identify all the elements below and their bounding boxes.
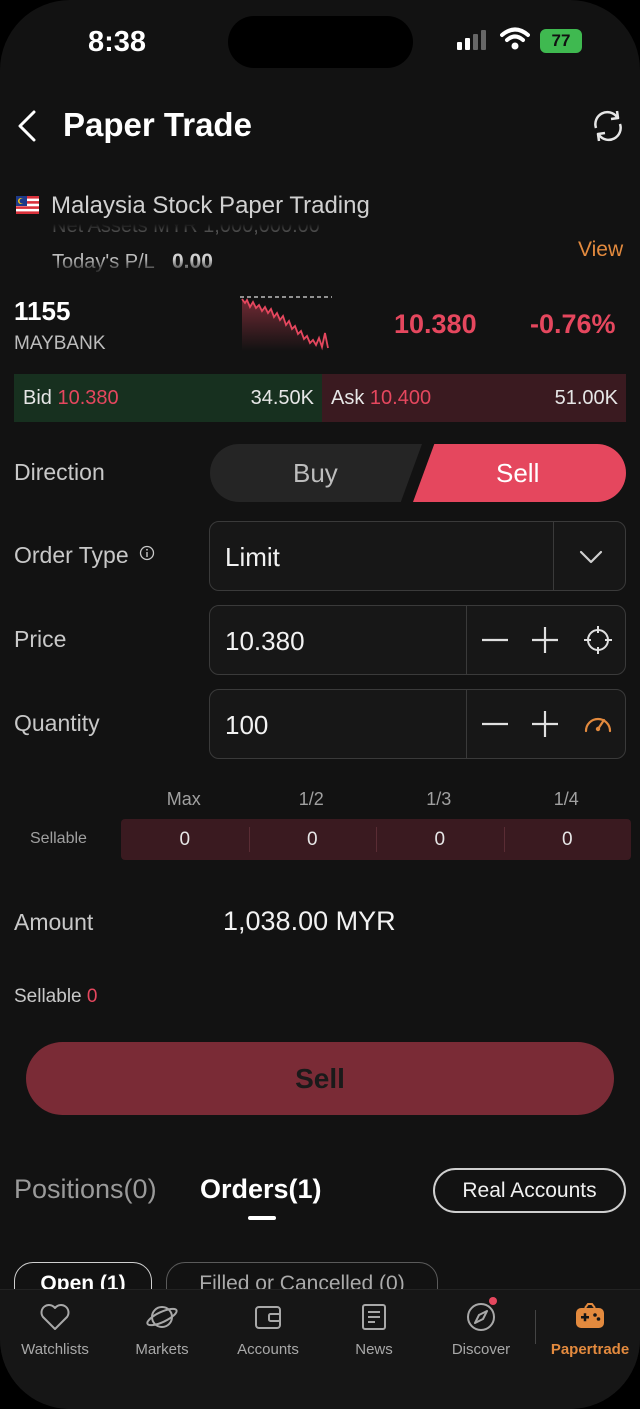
price-plus-icon[interactable] (528, 623, 562, 657)
phone-screen: 8:38 77 Paper Trade Malaysia Stock Paper… (0, 0, 640, 1409)
tab-positions[interactable]: Positions(0) (14, 1174, 157, 1205)
price-minus-icon[interactable] (478, 623, 512, 657)
gamepad-icon (576, 1303, 604, 1328)
notification-dot (489, 1297, 497, 1305)
planet-icon (146, 1306, 178, 1328)
page-title: Paper Trade (63, 106, 252, 143)
quantity-minus-icon[interactable] (478, 707, 512, 741)
bid-panel[interactable]: Bid 10.380 34.50K (14, 374, 322, 422)
tabbar-item-news[interactable]: News (321, 1300, 427, 1358)
portion-header-third: 1/3 (426, 789, 452, 809)
tabbar-item-watchlists[interactable]: Watchlists (2, 1300, 108, 1358)
malaysia-flag-icon (16, 196, 39, 214)
news-icon (362, 1304, 386, 1330)
ask-price: 10.400 (369, 387, 432, 409)
todays-pl-value: 0.00 (172, 250, 213, 273)
tab-orders[interactable]: Orders(1) (200, 1174, 322, 1205)
bid-label: Bid (23, 387, 52, 409)
sellable-label: Sellable (14, 986, 82, 1007)
tabbar-separator (535, 1310, 536, 1344)
amount-label: Amount (14, 909, 94, 935)
info-icon[interactable] (139, 545, 155, 561)
quantity-label: Quantity (14, 710, 100, 736)
ask-volume: 51.00K (554, 387, 618, 409)
compass-icon (467, 1303, 495, 1331)
ask-label: Ask (331, 387, 365, 409)
wallet-icon (255, 1306, 281, 1329)
direction-toggle: Buy Sell (210, 444, 626, 502)
direction-label: Direction (14, 459, 105, 485)
sell-submit-button[interactable]: Sell (26, 1042, 614, 1115)
todays-pl-label: Today's P/L (52, 251, 155, 273)
status-time: 8:38 (88, 26, 147, 58)
sellable-info: Sellable 0 (14, 986, 97, 1008)
view-account-link[interactable]: View (578, 238, 623, 262)
back-chevron-icon[interactable] (12, 106, 42, 146)
bid-price: 10.380 (57, 387, 119, 409)
buy-toggle-label: Buy (293, 458, 338, 488)
price-label: Price (14, 626, 67, 652)
portion-quarter-button[interactable]: 0 (503, 819, 632, 860)
quantity-input[interactable]: 100 (209, 689, 626, 759)
tabbar-label-news: News (355, 1341, 393, 1358)
bottom-tab-bar: Watchlists Markets Accounts News Discove… (0, 1289, 640, 1409)
sellable-value: 0 (86, 986, 98, 1007)
stock-name: MAYBANK (14, 333, 106, 354)
cellular-signal-icon (457, 30, 486, 50)
portion-header-quarter: 1/4 (553, 789, 579, 809)
tabbar-label-markets: Markets (135, 1341, 189, 1358)
order-type-value: Limit (225, 542, 280, 572)
dynamic-island (228, 16, 413, 68)
wifi-icon (500, 27, 530, 50)
tabbar-item-discover[interactable]: Discover (428, 1297, 534, 1358)
chevron-down-icon[interactable] (574, 539, 608, 573)
portion-header-max: Max (166, 789, 201, 809)
portion-max-button[interactable]: 0 (121, 819, 249, 860)
price-value[interactable]: 10.380 (225, 626, 305, 657)
account-name: Malaysia Stock Paper Trading (51, 192, 370, 219)
bid-ask-bar: Bid 10.380 34.50K Ask 10.400 51.00K (14, 374, 626, 422)
crosshair-icon[interactable] (581, 623, 615, 657)
tabbar-label-papertrade: Papertrade (550, 1341, 630, 1358)
quantity-value[interactable]: 100 (225, 710, 268, 741)
tabbar-item-markets[interactable]: Markets (109, 1300, 215, 1358)
tabbar-label-discover: Discover (451, 1341, 511, 1358)
gauge-icon[interactable] (581, 707, 615, 741)
amount-value: 1,038.00 MYR (223, 906, 396, 936)
active-tab-indicator (248, 1216, 276, 1220)
tabbar-label-watchlists: Watchlists (21, 1341, 89, 1358)
battery-indicator: 77 (540, 29, 582, 53)
refresh-icon[interactable] (590, 108, 626, 144)
order-type-select[interactable]: Limit (209, 521, 626, 591)
tabbar-item-accounts[interactable]: Accounts (215, 1300, 321, 1358)
intraday-sparkline (240, 296, 332, 351)
tabbar-item-papertrade[interactable]: Papertrade (537, 1300, 640, 1358)
ask-panel[interactable]: Ask 10.400 51.00K (322, 374, 626, 422)
portion-third-button[interactable]: 0 (376, 819, 504, 860)
heart-icon (40, 1304, 70, 1330)
portion-bar: 0 0 0 0 (121, 819, 631, 860)
price-input[interactable]: 10.380 (209, 605, 626, 675)
order-type-label-text: Order Type (14, 542, 129, 568)
change-percent: -0.76% (530, 309, 616, 339)
quantity-plus-icon[interactable] (528, 707, 562, 741)
order-type-label: Order Type (14, 542, 155, 569)
stock-code: 1155 (14, 296, 71, 326)
tabbar-label-accounts: Accounts (237, 1341, 299, 1358)
last-price: 10.380 (394, 309, 477, 339)
portion-headers: Max 1/2 1/3 1/4 (120, 789, 630, 810)
bid-volume: 34.50K (250, 387, 314, 409)
portion-half-button[interactable]: 0 (248, 819, 377, 860)
portion-row-label: Sellable (30, 830, 87, 847)
portion-header-half: 1/2 (298, 789, 324, 809)
net-assets-row: Net Assets MYR 1,000,000.00 (52, 224, 320, 236)
sell-toggle-label: Sell (496, 458, 540, 488)
real-accounts-button[interactable]: Real Accounts (433, 1168, 626, 1213)
